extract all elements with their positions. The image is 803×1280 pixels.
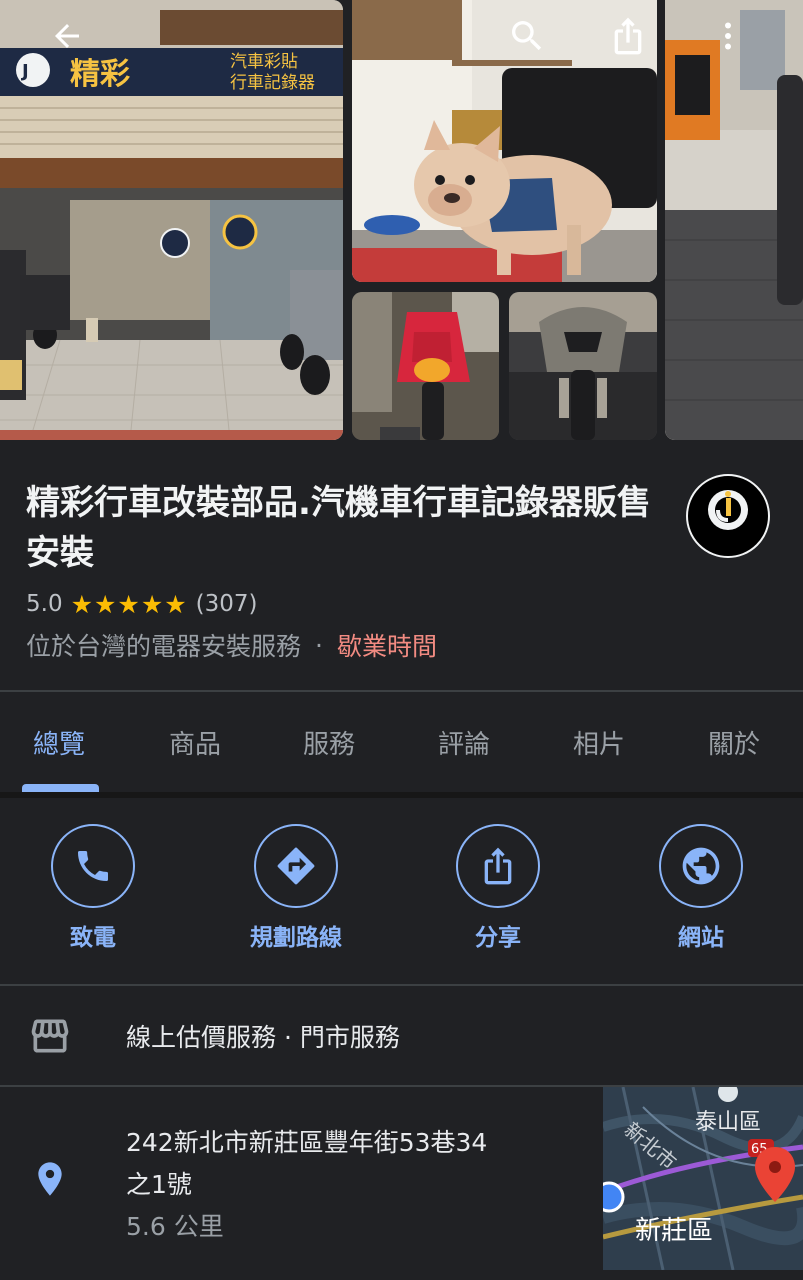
directions-label: 規劃路線 <box>250 925 342 951</box>
share-icon <box>484 847 512 885</box>
active-tab-indicator <box>22 784 99 792</box>
share-label: 分享 <box>475 925 521 951</box>
location-pin-icon <box>38 1162 62 1196</box>
review-count: (307) <box>195 591 258 617</box>
search-button[interactable] <box>503 12 551 60</box>
map-preview: 65 泰山區 新莊區 新北市 <box>603 1087 803 1270</box>
share-top-button[interactable] <box>604 12 652 60</box>
storefront-illustration: J 精彩 汽車彩貼 行車記錄器 <box>0 0 343 440</box>
share-button-circle <box>456 824 540 908</box>
category-text: 位於台灣的電器安裝服務 <box>26 632 302 661</box>
business-logo[interactable] <box>686 474 770 558</box>
call-button-circle <box>51 824 135 908</box>
tab-about[interactable]: 關於 <box>679 692 789 792</box>
red-scooter-photo[interactable] <box>352 292 499 440</box>
share-button[interactable]: 分享 <box>423 824 573 952</box>
hours-status[interactable]: 歇業時間 <box>337 627 437 663</box>
shop-interior-photo[interactable] <box>665 0 803 440</box>
svg-text:行車記錄器: 行車記錄器 <box>230 73 315 93</box>
service-options-row[interactable]: 線上估價服務 · 門市服務 <box>0 986 803 1085</box>
directions-icon <box>277 847 315 885</box>
phone-icon <box>78 851 108 881</box>
svg-text:汽車彩貼: 汽車彩貼 <box>230 52 298 72</box>
svg-text:泰山區: 泰山區 <box>695 1110 761 1135</box>
search-icon <box>512 21 542 51</box>
website-button-circle <box>659 824 743 908</box>
distance-text: 5.6 公里 <box>126 1212 224 1241</box>
separator-dot: · <box>315 630 323 660</box>
service-options-text: 線上估價服務 · 門市服務 <box>126 1023 400 1052</box>
more-options-button[interactable] <box>704 12 752 60</box>
tab-services[interactable]: 服務 <box>274 692 384 792</box>
category-row: 位於台灣的電器安裝服務 · 歇業時間 <box>26 627 437 663</box>
directions-button-circle <box>254 824 338 908</box>
map-thumbnail[interactable]: 65 泰山區 新莊區 新北市 <box>603 1087 803 1270</box>
grey-motorcycle-illustration <box>509 292 657 440</box>
rating-row[interactable]: 5.0 ★★★★★ (307) <box>26 588 258 620</box>
address-line-1: 242新北市新莊區豐年街53巷34 <box>126 1128 488 1157</box>
tab-label: 評論 <box>437 729 490 760</box>
call-label: 致電 <box>70 925 116 951</box>
svg-text:精彩: 精彩 <box>70 57 130 92</box>
star-rating-icon: ★★★★★ <box>70 589 188 619</box>
storefront-photo[interactable]: J 精彩 汽車彩貼 行車記錄器 <box>0 0 343 440</box>
grey-motorcycle-photo[interactable] <box>509 292 657 440</box>
svg-text:J: J <box>20 61 29 82</box>
website-label: 網站 <box>678 925 724 951</box>
tab-reviews[interactable]: 評論 <box>409 692 519 792</box>
tab-label: 服務 <box>302 729 355 760</box>
tab-photos[interactable]: 相片 <box>544 692 654 792</box>
place-name: 精彩行車改裝部品.汽機車行車記錄器販售安裝 <box>26 483 651 573</box>
address-line-2: 之1號 <box>126 1170 192 1199</box>
directions-button[interactable]: 規劃路線 <box>221 824 371 952</box>
business-logo-emblem <box>708 490 748 530</box>
back-button[interactable] <box>43 12 91 60</box>
tab-overview[interactable]: 總覽 <box>4 692 114 792</box>
quick-actions: 致電 規劃路線 分享 網站 <box>0 798 803 984</box>
more-vert-icon <box>725 22 731 50</box>
share-icon <box>614 17 642 55</box>
globe-icon <box>682 847 720 885</box>
call-button[interactable]: 致電 <box>18 824 168 952</box>
storefront-icon <box>31 1019 69 1053</box>
website-button[interactable]: 網站 <box>626 824 776 952</box>
tab-label: 相片 <box>572 729 625 760</box>
photo-gallery[interactable]: J 精彩 汽車彩貼 行車記錄器 <box>0 0 803 440</box>
arrow-left-icon <box>55 24 79 48</box>
shop-interior-illustration <box>665 0 803 440</box>
tab-label: 商品 <box>168 729 221 760</box>
tab-bar: 總覽 商品 服務 評論 相片 關於 <box>0 692 803 792</box>
red-scooter-illustration <box>352 292 499 440</box>
svg-text:新莊區: 新莊區 <box>635 1216 713 1246</box>
rating-value: 5.0 <box>26 591 63 617</box>
tab-label: 關於 <box>707 729 760 760</box>
tab-products[interactable]: 商品 <box>140 692 250 792</box>
tab-label: 總覽 <box>32 729 85 760</box>
